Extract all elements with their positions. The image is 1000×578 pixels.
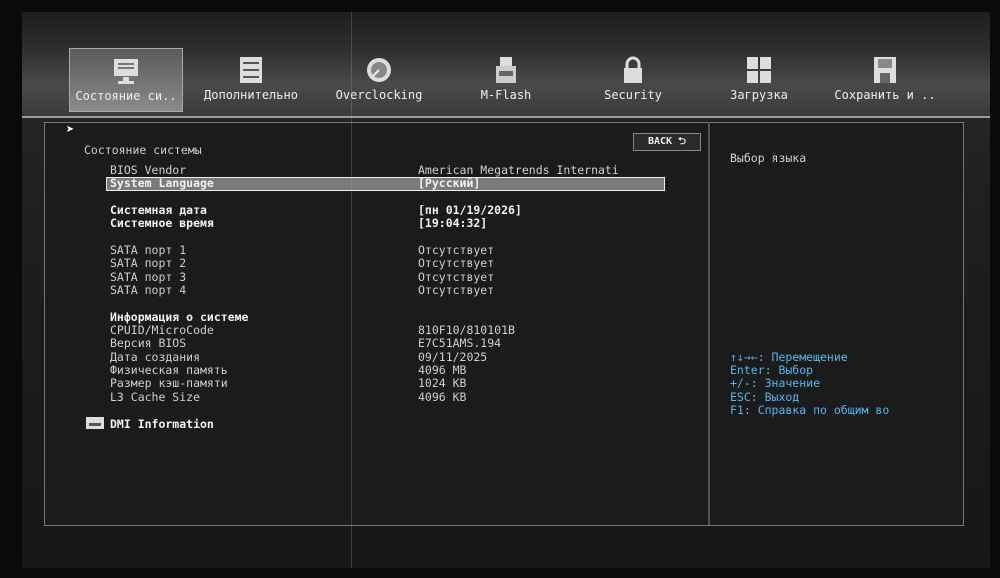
page-title: Состояние системы <box>84 143 202 157</box>
tab-m-flash[interactable]: M-Flash <box>450 48 562 110</box>
boot-icon <box>747 57 771 83</box>
tab-advanced[interactable]: Дополнительно <box>195 48 307 110</box>
screen-glare-line <box>351 12 352 568</box>
tab-label: Overclocking <box>335 88 423 102</box>
key-help-item: ↑↓→←: Перемещение <box>730 350 848 364</box>
row-value: 4096 MB <box>418 363 467 377</box>
system-time-value[interactable]: [19:04:32] <box>418 216 487 230</box>
gauge-icon <box>367 58 391 82</box>
row-label: Размер кэш-памяти <box>110 376 228 390</box>
row-label: CPUID/MicroCode <box>110 323 214 337</box>
system-time-label[interactable]: Системное время <box>110 216 214 230</box>
row-value: 810F10/810101B <box>418 323 515 337</box>
key-help-item: +/-: Значение <box>730 376 821 390</box>
tab-label: Состояние си.. <box>75 89 177 103</box>
key-help-item: ESC: Выход <box>730 390 800 404</box>
row-value: Отсутствует <box>418 270 495 284</box>
tab-label: Сохранить и .. <box>834 88 936 102</box>
submenu-icon <box>86 417 104 429</box>
row-value: 4096 KB <box>418 390 467 404</box>
row-value: 1024 KB <box>418 376 467 390</box>
tab-overclocking[interactable]: Overclocking <box>323 48 435 110</box>
row-value: Отсутствует <box>418 243 495 257</box>
system-language-value[interactable]: [Русский] <box>418 176 480 190</box>
panel-divider <box>708 122 710 525</box>
row-value: Отсутствует <box>418 256 495 270</box>
key-help-item: Enter: Выбор <box>730 363 814 377</box>
settings-sliders-icon <box>240 57 262 83</box>
system-language-label[interactable]: System Language <box>110 176 214 190</box>
row-value: 09/11/2025 <box>418 350 488 364</box>
row-label: L3 Cache Size <box>110 390 201 404</box>
row-value: American Megatrends Internati <box>418 163 619 177</box>
row-label: SATA порт 2 <box>110 256 187 270</box>
tab-label: M-Flash <box>480 88 532 102</box>
row-value: E7C51AMS.194 <box>418 336 502 350</box>
tab-label: Дополнительно <box>204 88 298 102</box>
row-value: Отсутствует <box>418 283 495 297</box>
help-description: Выбор языка <box>730 151 807 165</box>
row-label: BIOS Vendor <box>110 163 187 177</box>
tab-save-exit[interactable]: Сохранить и .. <box>829 48 941 110</box>
tab-system-status[interactable]: Состояние си.. <box>69 48 183 112</box>
dmi-information-label: DMI Information <box>110 417 214 431</box>
lock-icon <box>624 56 642 83</box>
usb-flash-icon <box>496 57 516 83</box>
system-date-value[interactable]: [пн 01/19/2026] <box>418 203 522 217</box>
row-label: Версия BIOS <box>110 336 187 350</box>
floppy-icon <box>874 57 896 83</box>
mouse-cursor-icon: ➤ <box>66 122 75 138</box>
section-heading: Информация о системе <box>110 310 249 324</box>
tab-label: Загрузка <box>730 88 788 102</box>
row-label: SATA порт 4 <box>110 283 187 297</box>
tab-security[interactable]: Security <box>577 48 689 110</box>
tab-boot[interactable]: Загрузка <box>703 48 815 110</box>
row-label: SATA порт 3 <box>110 270 187 284</box>
monitor-icon <box>114 59 138 84</box>
back-button[interactable]: BACK ⮌ <box>633 133 701 151</box>
row-label: Физическая память <box>110 363 228 377</box>
key-help-item: F1: Справка по общим во <box>730 403 890 417</box>
tab-label: Security <box>604 88 662 102</box>
system-date-label[interactable]: Системная дата <box>110 203 207 217</box>
row-label: Дата создания <box>110 350 201 364</box>
row-label: SATA порт 1 <box>110 243 187 257</box>
